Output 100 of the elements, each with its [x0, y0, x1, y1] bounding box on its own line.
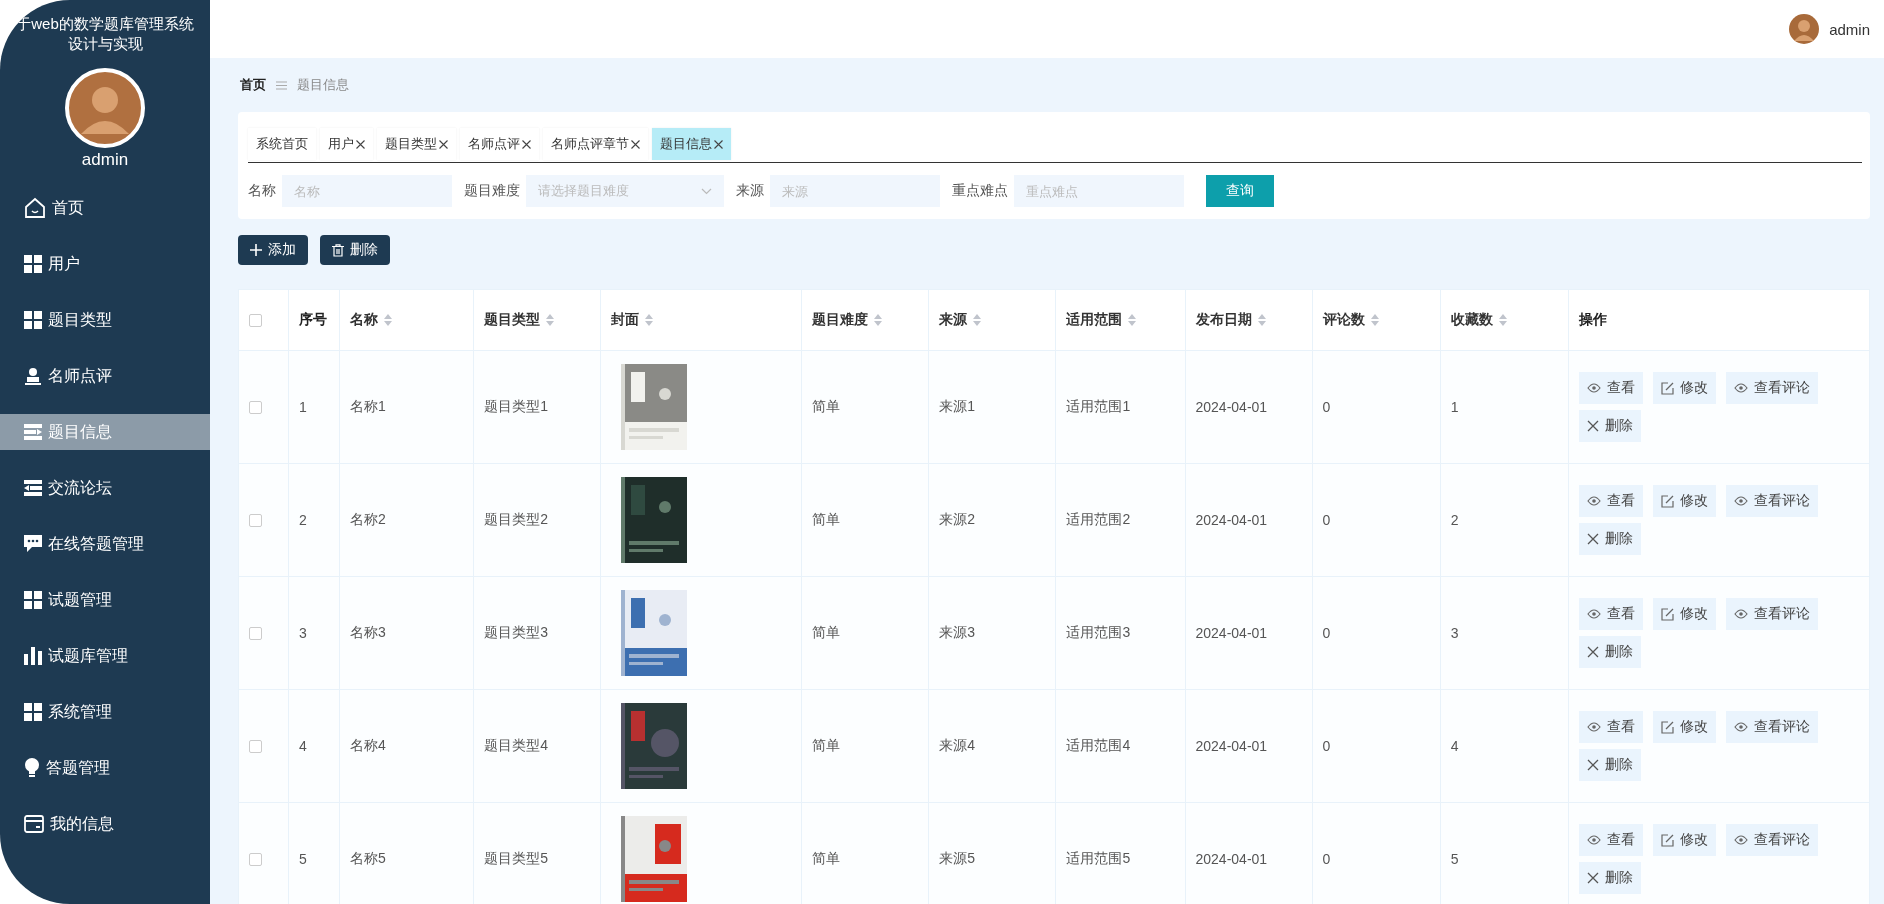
table-cell: 3 [299, 625, 307, 641]
sidebar-item[interactable]: 题目类型 [0, 302, 210, 338]
field-label: 题目难度 [464, 182, 520, 200]
user-name: admin [1829, 20, 1870, 38]
input-field[interactable]: 来源 [770, 175, 940, 207]
sort-icon[interactable] [1128, 314, 1137, 327]
sort-icon[interactable] [645, 314, 654, 327]
table-cell: 适用范围5 [1066, 850, 1131, 866]
view-button[interactable]: 查看评论 [1725, 598, 1818, 630]
table-cell: 题目类型4 [484, 737, 548, 753]
sort-icon[interactable] [1498, 314, 1507, 327]
view-button[interactable]: 查看评论 [1725, 485, 1818, 517]
tab[interactable]: 系统首页 [248, 128, 316, 160]
close-icon [1586, 533, 1599, 545]
table-cell: 0 [1322, 738, 1331, 754]
column-header[interactable]: 题目类型 [484, 311, 541, 327]
view-button[interactable]: 查看 [1578, 711, 1643, 743]
table-cell: 简单 [812, 737, 841, 753]
eye-icon [1586, 609, 1601, 619]
column-header[interactable]: 评论数 [1322, 311, 1365, 327]
eye-icon [1733, 383, 1748, 393]
checkbox[interactable] [249, 852, 262, 866]
table-cell: 3 [1450, 625, 1459, 641]
close-icon[interactable] [356, 139, 365, 149]
sort-icon[interactable] [1370, 314, 1379, 327]
eye-icon [1586, 496, 1601, 506]
checkbox[interactable] [249, 313, 262, 327]
sidebar-item[interactable]: 在线答题管理 [0, 526, 210, 562]
eye-icon [1733, 722, 1748, 732]
sidebar-item[interactable]: 答题管理 [0, 750, 210, 786]
close-icon[interactable] [714, 139, 723, 149]
table-cell: 0 [1322, 399, 1331, 415]
delete-button[interactable]: 删除 [1578, 410, 1641, 442]
column-header[interactable]: 收藏数 [1450, 311, 1493, 327]
view-button[interactable]: 查看 [1578, 372, 1643, 404]
view-button[interactable]: 查看评论 [1725, 372, 1818, 404]
column-header[interactable]: 题目难度 [812, 311, 869, 327]
delete-button[interactable]: 删除 [320, 235, 390, 265]
table-cell: 0 [1322, 625, 1331, 641]
column-header[interactable]: 来源 [939, 311, 968, 327]
delete-button[interactable]: 删除 [1578, 862, 1641, 894]
edit-button[interactable]: 修改 [1652, 485, 1716, 517]
input-field[interactable]: 名称 [282, 175, 452, 207]
list-icon [24, 480, 42, 496]
edit-button[interactable]: 修改 [1652, 711, 1716, 743]
checkbox[interactable] [249, 626, 262, 640]
sort-icon[interactable] [973, 314, 982, 327]
table-cell: 名称5 [350, 850, 386, 866]
edit-button[interactable]: 修改 [1652, 598, 1716, 630]
table-cell: 名称4 [350, 737, 386, 753]
view-button[interactable]: 查看评论 [1725, 711, 1818, 743]
view-button[interactable]: 查看 [1578, 485, 1643, 517]
sort-icon[interactable] [874, 314, 883, 327]
view-button[interactable]: 查看 [1578, 598, 1643, 630]
sidebar-item[interactable]: 试题管理 [0, 582, 210, 618]
eye-icon [1733, 609, 1748, 619]
sidebar-item[interactable]: 我的信息 [0, 806, 210, 842]
sidebar-item[interactable]: 名师点评 [0, 358, 210, 394]
column-header[interactable]: 适用范围 [1066, 311, 1123, 327]
column-header: 操作 [1578, 311, 1607, 327]
tab[interactable]: 题目信息 [652, 128, 731, 160]
sidebar-item[interactable]: 交流论坛 [0, 470, 210, 506]
delete-button[interactable]: 删除 [1578, 749, 1641, 781]
breadcrumb-item[interactable]: 首页 [240, 76, 266, 94]
column-header[interactable]: 名称 [350, 311, 379, 327]
sort-icon[interactable] [546, 314, 555, 327]
checkbox[interactable] [249, 400, 262, 414]
view-button[interactable]: 查看 [1578, 824, 1643, 856]
delete-button[interactable]: 删除 [1578, 523, 1641, 555]
close-icon[interactable] [522, 139, 531, 149]
sidebar-item[interactable]: 系统管理 [0, 694, 210, 730]
edit-icon [1660, 607, 1674, 621]
close-icon[interactable] [439, 139, 448, 149]
tab[interactable]: 用户 [320, 128, 373, 160]
edit-button[interactable]: 修改 [1652, 824, 1716, 856]
tab[interactable]: 题目类型 [377, 128, 456, 160]
close-icon [1586, 872, 1599, 884]
table-cell: 2024-04-01 [1195, 512, 1268, 528]
column-header[interactable]: 封面 [611, 311, 640, 327]
table-cell: 题目类型1 [484, 398, 548, 414]
sort-icon[interactable] [384, 314, 393, 327]
app-title: 设计与实现 [67, 34, 143, 54]
edit-button[interactable]: 修改 [1652, 372, 1716, 404]
sidebar-item[interactable]: 用户 [0, 246, 210, 282]
tab[interactable]: 名师点评章节 [543, 128, 648, 160]
sidebar-item[interactable]: 首页 [0, 190, 210, 226]
sidebar-item[interactable]: 试题库管理 [0, 638, 210, 674]
column-header[interactable]: 发布日期 [1195, 311, 1252, 327]
input-field[interactable]: 重点难点 [1014, 175, 1184, 207]
table-cell: 1 [1450, 399, 1459, 415]
checkbox[interactable] [249, 739, 262, 753]
sort-icon[interactable] [1257, 314, 1266, 327]
checkbox[interactable] [249, 513, 262, 527]
close-icon[interactable] [631, 139, 640, 149]
tab[interactable]: 名师点评 [460, 128, 539, 160]
delete-button[interactable]: 删除 [1578, 636, 1641, 668]
trash-icon [332, 243, 344, 257]
view-button[interactable]: 查看评论 [1725, 824, 1818, 856]
column-header: 序号 [299, 311, 327, 327]
add-button[interactable]: 添加 [238, 235, 308, 265]
